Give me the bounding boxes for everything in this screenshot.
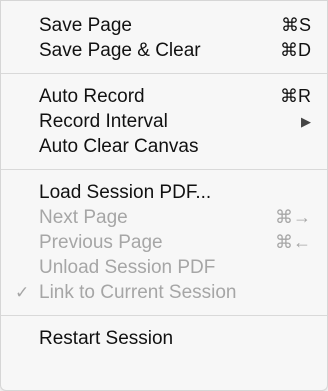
- menu-separator: [1, 73, 327, 74]
- menu-separator: [1, 315, 327, 316]
- menu-item-label: Save Page: [39, 15, 132, 36]
- context-menu: Save Page ⌘S Save Page & Clear ⌘D Auto R…: [0, 0, 328, 391]
- shortcut-label: ⌘←: [275, 232, 311, 252]
- submenu-arrow-icon: ▶: [301, 114, 311, 129]
- menu-item-auto-record[interactable]: Auto Record ⌘R: [1, 84, 327, 109]
- shortcut-label: ⌘R: [280, 86, 311, 106]
- menu-item-previous-page: Previous Page ⌘←: [1, 230, 327, 255]
- menu-item-label: Previous Page: [39, 232, 163, 253]
- checkmark-icon: ✓: [15, 283, 30, 302]
- shortcut-label: ⌘→: [275, 207, 311, 227]
- menu-item-label: Load Session PDF...: [39, 182, 212, 203]
- menu-item-label: Record Interval: [39, 111, 168, 132]
- menu-item-label: Next Page: [39, 207, 128, 228]
- menu-item-save-page-clear[interactable]: Save Page & Clear ⌘D: [1, 38, 327, 63]
- menu-item-record-interval[interactable]: Record Interval ▶: [1, 109, 327, 134]
- menu-item-load-session-pdf[interactable]: Load Session PDF...: [1, 180, 327, 205]
- menu-item-label: Auto Clear Canvas: [39, 136, 199, 157]
- menu-item-label: Save Page & Clear: [39, 40, 201, 61]
- menu-item-label: Auto Record: [39, 86, 145, 107]
- menu-item-link-current-session: ✓ Link to Current Session: [1, 280, 327, 305]
- menu-item-auto-clear-canvas[interactable]: Auto Clear Canvas: [1, 134, 327, 159]
- menu-item-next-page: Next Page ⌘→: [1, 205, 327, 230]
- shortcut-label: ⌘D: [280, 40, 311, 60]
- menu-item-unload-session-pdf: Unload Session PDF: [1, 255, 327, 280]
- menu-item-restart-session[interactable]: Restart Session: [1, 326, 327, 351]
- menu-separator: [1, 169, 327, 170]
- menu-item-label: Restart Session: [39, 328, 174, 349]
- menu-item-label: Unload Session PDF: [39, 257, 216, 278]
- menu-item-label: Link to Current Session: [39, 282, 237, 303]
- shortcut-label: ⌘S: [280, 15, 311, 35]
- menu-item-save-page[interactable]: Save Page ⌘S: [1, 13, 327, 38]
